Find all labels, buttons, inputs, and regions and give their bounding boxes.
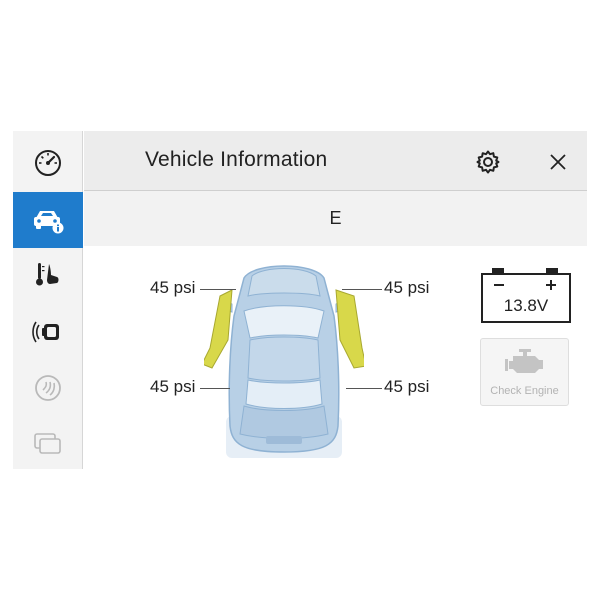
front-left-door-open xyxy=(204,289,233,369)
vehicle-app: Vehicle Information E 45 psi 45 psi 45 p… xyxy=(13,131,587,469)
sidebar-item-vehicle-info[interactable] xyxy=(13,192,83,248)
tire-pressure-front-left: 45 psi xyxy=(150,278,196,297)
settings-button[interactable] xyxy=(475,149,501,175)
leader-line xyxy=(346,388,382,389)
parking-sensor-icon xyxy=(32,321,59,343)
sidebar-item-windows xyxy=(13,416,83,472)
windows-icon xyxy=(34,433,61,454)
front-right-door-open xyxy=(335,289,364,369)
vehicle-status-panel: 45 psi 45 psi 45 psi 45 psi 13.8V Check … xyxy=(84,246,587,469)
speaker-icon xyxy=(35,375,61,401)
header: Vehicle Information xyxy=(84,131,587,191)
page-title: Vehicle Information xyxy=(145,148,328,171)
engine-icon xyxy=(505,349,543,373)
tire-pressure-rear-left: 45 psi xyxy=(150,377,196,396)
gear-indicator-bar: E xyxy=(84,191,587,246)
car-top-view xyxy=(204,265,364,458)
sidebar-item-climate-seat[interactable] xyxy=(13,248,83,304)
battery-indicator: 13.8V xyxy=(480,266,572,331)
close-icon xyxy=(550,154,566,170)
sidebar xyxy=(13,131,83,469)
close-button[interactable] xyxy=(545,149,571,175)
gear-icon xyxy=(476,150,500,174)
battery-voltage: 13.8V xyxy=(503,296,549,315)
leader-line xyxy=(200,289,236,290)
sidebar-item-dashboard[interactable] xyxy=(13,134,83,190)
gear-indicator: E xyxy=(329,208,342,228)
seat-heat-icon xyxy=(36,263,59,286)
speedometer-icon xyxy=(35,150,61,176)
sidebar-item-parking-sensors[interactable] xyxy=(13,304,83,360)
leader-line xyxy=(200,388,230,389)
tire-pressure-rear-right: 45 psi xyxy=(384,377,430,396)
leader-line xyxy=(342,289,382,290)
car-info-icon xyxy=(34,211,64,234)
check-engine-indicator: Check Engine xyxy=(480,338,569,406)
tire-pressure-front-right: 45 psi xyxy=(384,278,430,297)
sidebar-item-audio xyxy=(13,360,83,416)
check-engine-label: Check Engine xyxy=(490,385,559,397)
